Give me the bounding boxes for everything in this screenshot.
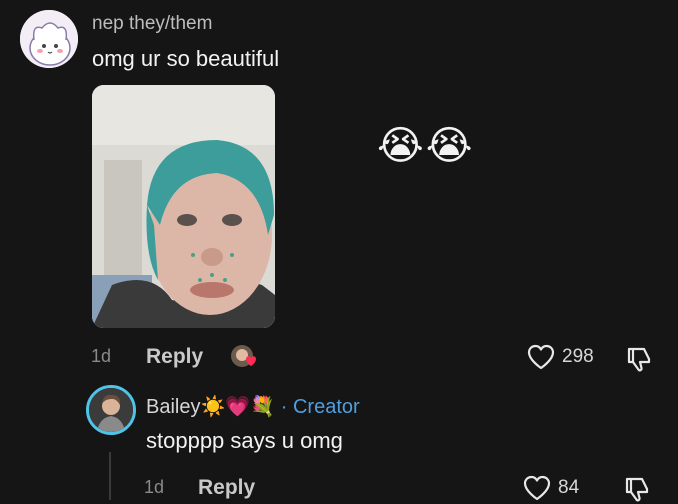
dislike-icon[interactable] xyxy=(624,344,654,374)
creator-username[interactable]: Bailey☀️💗💐 · Creator xyxy=(146,394,360,419)
creator-name-text[interactable]: Bailey☀️💗💐 xyxy=(146,396,275,418)
reply-like-count: 84 xyxy=(558,477,580,498)
reply-text: stopppp says u omg xyxy=(146,428,343,453)
creator-liked-icon xyxy=(229,343,261,373)
thread-line xyxy=(109,452,111,500)
heart-icon[interactable] xyxy=(522,474,552,502)
like-count: 298 xyxy=(562,346,594,367)
crying-emoji: 😭😭 xyxy=(377,124,475,168)
reply-to-reply-button[interactable]: Reply xyxy=(198,476,255,500)
creator-badge: · Creator xyxy=(280,396,360,418)
commenter-username[interactable]: nep they/them xyxy=(92,13,212,35)
comment-text: omg ur so beautiful xyxy=(92,46,280,71)
heart-icon[interactable] xyxy=(526,343,556,371)
comment-photo[interactable] xyxy=(92,85,275,328)
comment-timestamp: 1d xyxy=(91,346,112,366)
reply-timestamp: 1d xyxy=(144,477,165,497)
commenter-avatar[interactable] xyxy=(20,10,78,68)
creator-avatar[interactable] xyxy=(86,385,136,435)
reply-button[interactable]: Reply xyxy=(146,345,203,369)
